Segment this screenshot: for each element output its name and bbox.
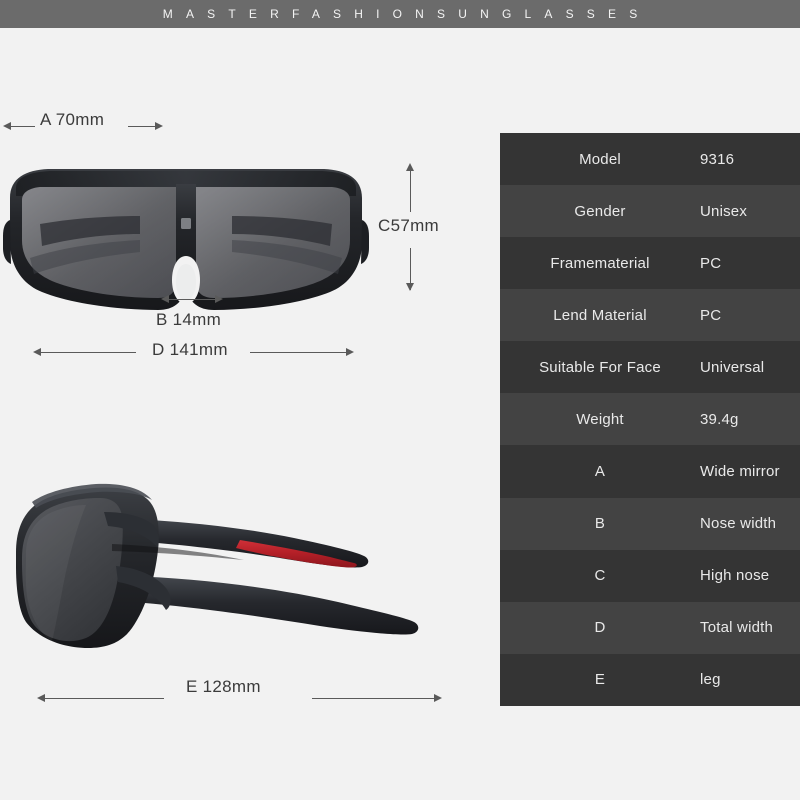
spec-label: Model [579,150,621,168]
brand-name-text: MASTERFASHIONSUNGLASSES [162,7,651,21]
arrow-right-b [215,295,223,303]
dimension-line-b [168,299,216,300]
spec-value: Universal [700,358,765,376]
arrow-down-c [406,283,414,291]
spec-value: 9316 [700,150,735,168]
table-row: Lend Material PC [500,289,800,342]
spec-label: D [594,619,606,637]
spec-value: Wide mirror [700,463,780,480]
dimension-line-a-left [10,126,35,127]
dimension-line-c-top [410,170,411,212]
table-row: Weight 39.4g [500,393,800,446]
sunglasses-side-view [16,483,419,648]
table-row: C High nose [500,549,800,602]
arrow-left-a [3,122,11,130]
dimension-line-e-right [312,698,434,699]
spec-label: Lend Material [553,306,647,324]
table-row: B Nose width [500,497,800,550]
table-row: E leg [500,653,800,706]
spec-value: High nose [700,567,770,585]
arrow-right-d [346,348,354,356]
dimension-line-e-left [44,698,164,699]
spec-label: Gender [574,202,626,220]
dimension-label-c: C57mm [378,216,440,235]
arrow-right-e [434,694,442,702]
arrow-left-d [33,348,41,356]
spec-label: Weight [576,410,624,428]
product-spec-page: MASTERFASHIONSUNGLASSES A 70mm C57mm B 1… [0,0,800,800]
dimension-line-d-right [250,352,346,353]
table-row: A Wide mirror [500,445,800,498]
table-row: Model 9316 [500,133,800,186]
spec-label: Suitable For Face [539,358,661,376]
dimension-label-d: D 141mm [152,340,228,359]
brand-banner: MASTERFASHIONSUNGLASSES [0,0,800,28]
spec-value: leg [700,671,721,689]
spec-label: E [594,671,606,689]
dimension-line-d-left [40,352,136,353]
arrow-left-e [37,694,45,702]
spec-value: Total width [700,619,774,637]
table-row: D Total width [500,601,800,654]
spec-label: C [594,567,606,585]
spec-value: PC [700,254,722,272]
specification-table: Model 9316 Gender Unisex Framematerial P… [500,133,800,706]
dimension-label-a: A 70mm [40,110,105,129]
table-row: Framematerial PC [500,237,800,290]
spec-label: B [594,515,606,533]
spec-label: Framematerial [550,254,650,272]
arrow-left-b [161,295,169,303]
table-row: Gender Unisex [500,185,800,238]
spec-value: Unisex [700,202,748,220]
arrow-up-c [406,163,414,171]
spec-value: PC [700,306,722,324]
dimension-label-b: B 14mm [156,310,222,329]
spec-label: A [594,463,606,480]
sunglasses-front-view [3,169,369,310]
table-row: Suitable For Face Universal [500,341,800,394]
spec-value: 39.4g [700,410,739,428]
dimension-label-e: E 128mm [186,677,261,696]
arrow-right-a [155,122,163,130]
spec-value: Nose width [700,515,777,533]
dimension-line-a-right [128,126,155,127]
